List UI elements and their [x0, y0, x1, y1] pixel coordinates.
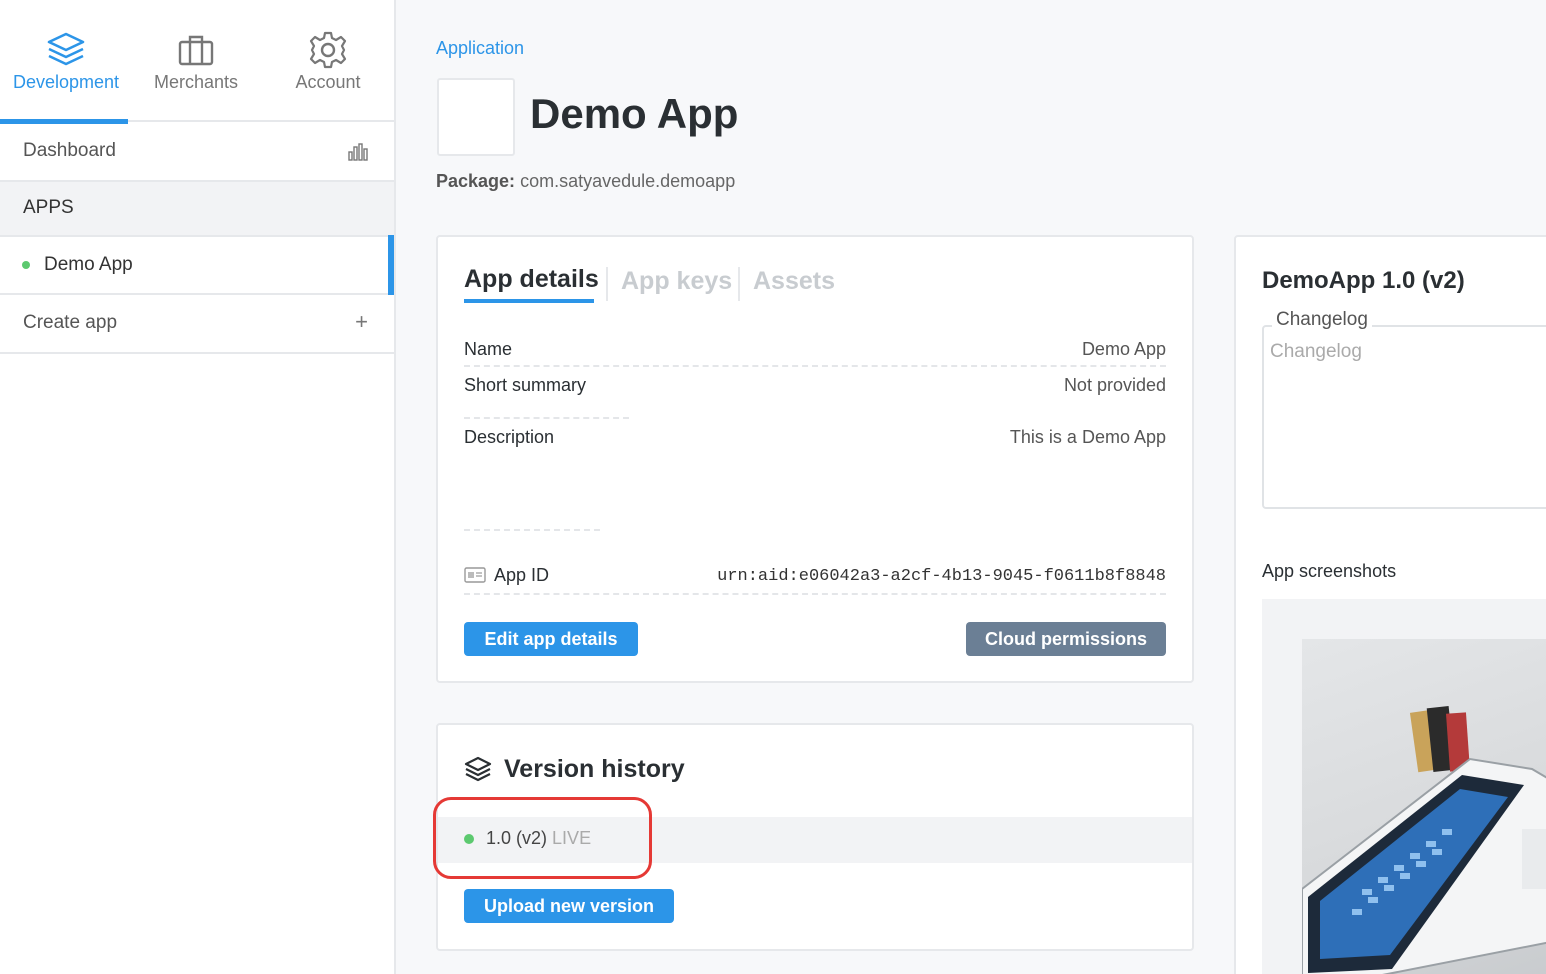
app-details-card: App details App keys Assets Name Demo Ap…	[436, 235, 1194, 683]
layers-icon	[464, 756, 492, 782]
version-detail-card: DemoApp 1.0 (v2) Changelog Changelog App…	[1234, 235, 1546, 974]
page-title: Demo App	[530, 90, 739, 137]
status-dot	[22, 261, 30, 269]
package-info: Package: com.satyavedule.demoapp	[436, 171, 735, 192]
divider	[464, 417, 629, 419]
sidebar-item-label: Create app	[23, 312, 118, 333]
field-label: App ID	[494, 565, 550, 585]
field-value: Demo App	[1081, 339, 1166, 359]
field-label: Name	[464, 339, 513, 359]
tab-divider	[738, 267, 740, 301]
field-value: urn:aid:e06042a3-a2cf-4b13-9045-f0611b8f…	[717, 567, 1166, 586]
divider	[464, 529, 600, 531]
field-label: Short summary	[464, 375, 587, 395]
upload-new-version-button[interactable]: Upload new version	[464, 889, 674, 923]
divider	[464, 365, 1166, 367]
sidebar-section-label: APPS	[23, 197, 74, 218]
edit-app-details-button[interactable]: Edit app details	[464, 622, 638, 656]
gear-icon	[309, 31, 347, 69]
app-screenshots-label: App screenshots	[1262, 561, 1397, 581]
id-card-icon	[464, 567, 486, 583]
changelog-placeholder: Changelog	[1270, 341, 1362, 362]
sidebar: Development Merchants Account Dashboard	[0, 0, 396, 974]
app-icon-placeholder	[437, 78, 515, 156]
sidebar-item-demo-app[interactable]: Demo App	[0, 235, 394, 295]
breadcrumb[interactable]: Application	[436, 38, 524, 59]
top-nav: Development Merchants Account	[0, 0, 394, 124]
tab-assets[interactable]: Assets	[753, 267, 835, 296]
package-label: Package:	[436, 171, 516, 191]
version-detail-title: DemoApp 1.0 (v2)	[1262, 267, 1465, 294]
app-screenshot[interactable]	[1302, 639, 1546, 974]
cloud-permissions-button[interactable]: Cloud permissions	[966, 622, 1166, 656]
sidebar-item-label: Dashboard	[23, 140, 116, 161]
field-value: This is a Demo App	[1009, 427, 1166, 447]
sidebar-section-apps: APPS	[0, 182, 394, 237]
pos-device-image	[1302, 706, 1546, 974]
tab-development[interactable]: Development	[0, 0, 132, 124]
package-value: com.satyavedule.demoapp	[520, 171, 736, 191]
tab-merchants[interactable]: Merchants	[130, 0, 262, 122]
layers-icon	[47, 32, 85, 66]
tab-app-details[interactable]: App details	[464, 265, 599, 294]
field-label: Description	[464, 427, 555, 447]
highlight-annotation	[433, 797, 652, 879]
tab-development-label: Development	[12, 72, 120, 92]
active-tab-underline	[464, 299, 594, 303]
changelog-legend: Changelog	[1272, 309, 1372, 331]
version-history-title: Version history	[504, 755, 685, 783]
tab-account[interactable]: Account	[262, 0, 394, 122]
field-value: Not provided	[1063, 375, 1166, 395]
tab-app-keys[interactable]: App keys	[621, 267, 732, 296]
divider	[464, 593, 1166, 595]
active-indicator	[388, 235, 394, 295]
tab-merchants-label: Merchants	[153, 72, 239, 92]
tab-divider	[606, 267, 608, 301]
tab-account-label: Account	[295, 72, 361, 92]
sidebar-item-create-app[interactable]: Create app +	[0, 295, 394, 354]
sidebar-item-dashboard[interactable]: Dashboard	[0, 122, 394, 182]
plus-icon[interactable]: +	[355, 309, 368, 335]
bar-chart-icon	[348, 143, 368, 161]
briefcase-icon	[178, 35, 214, 66]
sidebar-item-label: Demo App	[44, 254, 133, 275]
